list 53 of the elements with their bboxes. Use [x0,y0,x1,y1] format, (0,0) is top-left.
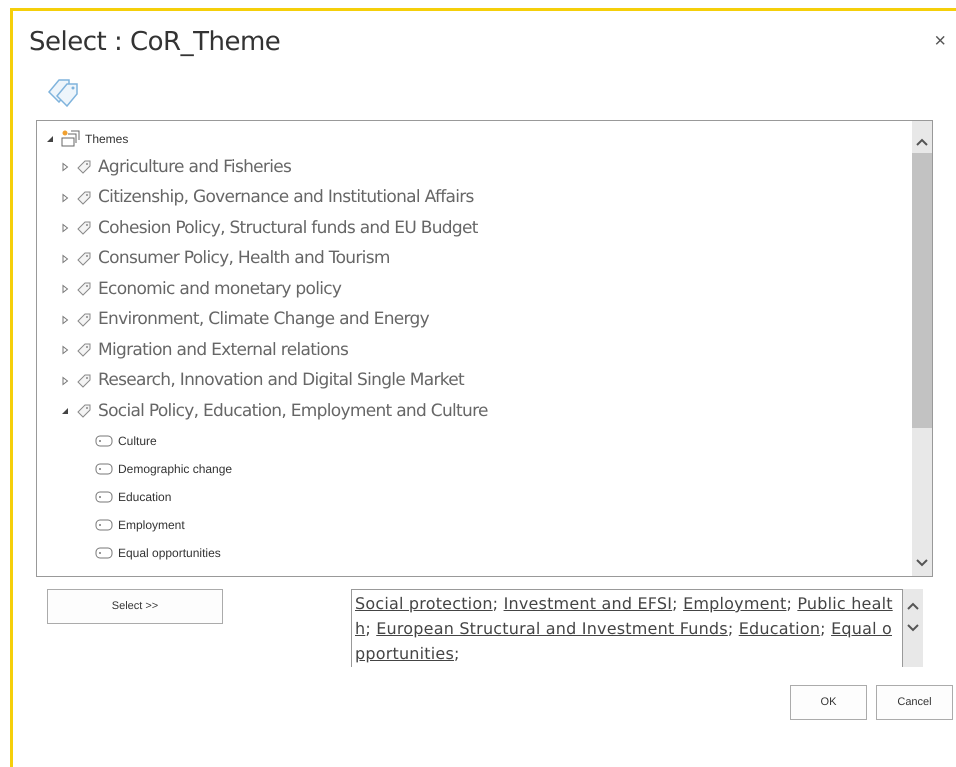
tree-item[interactable]: Employment [118,516,185,534]
dialog-title: Select : CoR_Theme [29,26,280,59]
folder-icon [60,129,80,149]
tag-icon [76,159,92,176]
tree-item[interactable]: Cohesion Policy, Structural funds and EU Budget [98,216,478,241]
scrollbar[interactable] [912,121,932,576]
expand-arrow-icon[interactable] [60,376,70,386]
tree-item[interactable]: Economic and monetary policy [98,276,342,302]
tag-icon [76,281,92,298]
label-icon [95,462,113,474]
scroll-down-icon[interactable] [906,623,920,633]
scroll-up-icon[interactable] [906,601,920,611]
tree-item[interactable]: Education [118,488,172,506]
close-button[interactable]: × [930,31,950,51]
tree-item[interactable]: Equal opportunities [118,544,221,562]
label-icon [95,546,113,558]
tree-item[interactable]: Demographic change [118,460,232,478]
tag-icon [76,372,92,389]
dialog-button[interactable]: OK [790,685,867,720]
collapse-arrow-icon[interactable] [45,134,55,144]
tag-icon [76,250,92,267]
expand-arrow-icon[interactable] [60,254,70,264]
tree-item[interactable]: Environment, Climate Change and Energy [98,307,429,332]
dialog-button[interactable]: Cancel [876,685,953,720]
scroll-down-icon[interactable] [915,558,929,568]
label-icon [95,518,113,530]
tree-item[interactable]: Research, Innovation and Digital Single Market [98,368,464,394]
scrollbar-thumb[interactable] [912,153,932,428]
tree-item[interactable]: Social Policy, Education, Employment and Culture [98,398,488,424]
scroll-up-icon[interactable] [915,137,929,147]
tag-icon [76,312,92,328]
tag-icon [76,342,92,358]
tree-item[interactable]: Agriculture and Fisheries [98,154,292,180]
scrollbar[interactable] [903,589,923,667]
collapse-arrow-icon[interactable] [60,406,70,416]
tree-item[interactable]: Culture [118,432,157,450]
tree-item[interactable]: Migration and External relations [98,338,348,363]
select-button[interactable]: Select >> [47,589,223,624]
tag-icon [76,190,92,206]
tree-item[interactable]: Citizenship, Governance and Institutional Affairs [98,185,474,210]
tree-item[interactable]: Themes [85,130,128,148]
expand-arrow-icon[interactable] [60,284,70,294]
label-icon [95,434,113,446]
expand-arrow-icon[interactable] [60,223,70,234]
expand-arrow-icon[interactable] [60,162,70,172]
expand-arrow-icon[interactable] [60,314,70,325]
expand-arrow-icon[interactable] [60,192,70,203]
tag-icon [76,220,92,236]
tag-icon [76,403,92,420]
label-icon [95,490,113,502]
tree-item[interactable]: Consumer Policy, Health and Tourism [98,246,390,272]
selected-terms-field[interactable]: Social protection; Investment and EFSI; Employment; Public health; European Structural and Investment Funds; Education; Equal opportunities; [351,589,903,667]
expand-arrow-icon[interactable] [60,345,70,356]
